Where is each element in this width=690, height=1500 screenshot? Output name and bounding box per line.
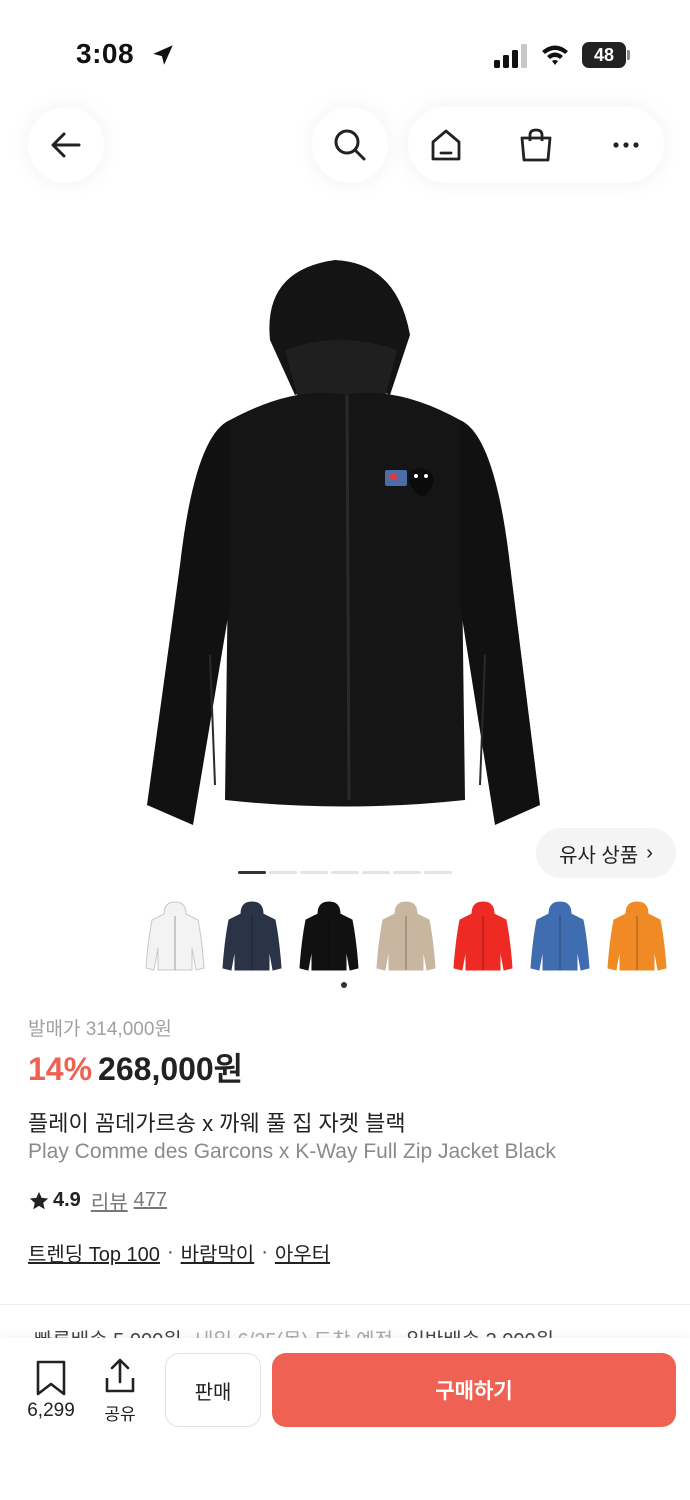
sell-button[interactable]: 판매	[165, 1353, 261, 1427]
color-thumbnails	[140, 900, 690, 980]
pager-segment	[393, 871, 421, 874]
home-icon	[431, 129, 461, 161]
shopping-bag-button[interactable]	[498, 107, 574, 183]
pager-segment	[300, 871, 328, 874]
share-icon	[105, 1358, 135, 1393]
wifi-icon	[542, 45, 568, 65]
image-pager	[238, 871, 452, 874]
pager-segment	[362, 871, 390, 874]
color-thumbnail-white[interactable]	[142, 900, 208, 974]
tag-windbreaker[interactable]: 바람막이	[181, 1238, 255, 1267]
tag-separator: ·	[166, 1241, 174, 1263]
current-price: 268,000원	[98, 1051, 244, 1087]
similar-products-button[interactable]: 유사 상품 ›	[536, 828, 676, 878]
release-price: 발매가 314,000원	[28, 1019, 172, 1040]
tag-trending[interactable]: 트렌딩 Top 100	[28, 1238, 160, 1267]
share-button[interactable]: 공유	[94, 1358, 146, 1430]
color-thumbnail-navy[interactable]	[219, 900, 285, 974]
review-count[interactable]: 477	[134, 1189, 167, 1212]
normal-shipping: 일반배송 3,000원	[406, 1324, 554, 1338]
tags-row: 트렌딩 Top 100 · 바람막이 · 아우터	[28, 1238, 330, 1267]
search-button[interactable]	[312, 107, 388, 183]
pager-segment	[424, 871, 452, 874]
status-bar: 3:08 48	[0, 0, 690, 110]
color-thumbnail-orange[interactable]	[604, 900, 670, 974]
pager-segment	[238, 871, 266, 874]
rating-value: 4.9	[53, 1189, 81, 1211]
chevron-right-icon: ›	[646, 841, 653, 864]
search-icon	[334, 129, 366, 161]
shipping-options[interactable]: 빠른배송 5,000원 내일 6/25(목) 도착 예정 일반배송 3,000원	[34, 1324, 674, 1338]
buy-button[interactable]: 구매하기	[272, 1353, 676, 1427]
nav-actions	[408, 107, 664, 183]
fast-shipping: 빠른배송 5,000원	[34, 1324, 182, 1338]
battery-icon: 48	[582, 42, 630, 68]
back-button[interactable]	[28, 107, 104, 183]
tag-separator: ·	[261, 1241, 268, 1263]
pager-segment	[331, 871, 359, 874]
section-divider	[0, 1304, 690, 1305]
arrow-left-icon	[51, 132, 81, 158]
location-arrow-icon	[153, 45, 173, 65]
color-thumbnail-blue[interactable]	[527, 900, 593, 974]
more-button[interactable]	[588, 107, 664, 183]
rating-row: 4.9 리뷰 477	[28, 1186, 167, 1215]
similar-products-label: 유사 상품	[559, 844, 639, 867]
battery-level: 48	[582, 42, 626, 68]
saved-count: 6,299	[27, 1400, 75, 1421]
more-dots-icon	[613, 142, 639, 148]
cellular-signal-icon	[494, 44, 527, 68]
save-button[interactable]: 6,299	[18, 1360, 84, 1430]
fast-shipping-eta: 내일 6/25(목) 도착 예정	[195, 1324, 393, 1338]
discount-rate: 14%	[28, 1051, 93, 1087]
product-name-english: Play Comme des Garcons x K-Way Full Zip …	[28, 1140, 556, 1163]
review-link[interactable]: 리뷰	[91, 1186, 128, 1215]
product-image	[147, 260, 540, 825]
thumbnail-selected-indicator	[341, 982, 347, 988]
star-icon	[29, 1191, 49, 1209]
tag-outer[interactable]: 아우터	[275, 1238, 330, 1267]
status-time: 3:08	[76, 38, 135, 69]
shopping-bag-icon	[520, 128, 552, 162]
price-row: 14% 268,000원	[28, 1044, 243, 1090]
share-label: 공유	[104, 1405, 136, 1424]
color-thumbnail-red[interactable]	[450, 900, 516, 974]
home-button[interactable]	[408, 107, 484, 183]
bookmark-icon	[36, 1360, 66, 1396]
product-name-korean: 플레이 꼼데가르송 x 까웨 풀 집 자켓 블랙	[28, 1111, 406, 1136]
color-thumbnail-black[interactable]	[296, 900, 362, 974]
bottom-action-bar: 6,299 공유 판매 구매하기	[0, 1338, 690, 1500]
color-thumbnail-beige[interactable]	[373, 900, 439, 974]
pager-segment	[269, 871, 297, 874]
battery-cap	[627, 50, 630, 60]
